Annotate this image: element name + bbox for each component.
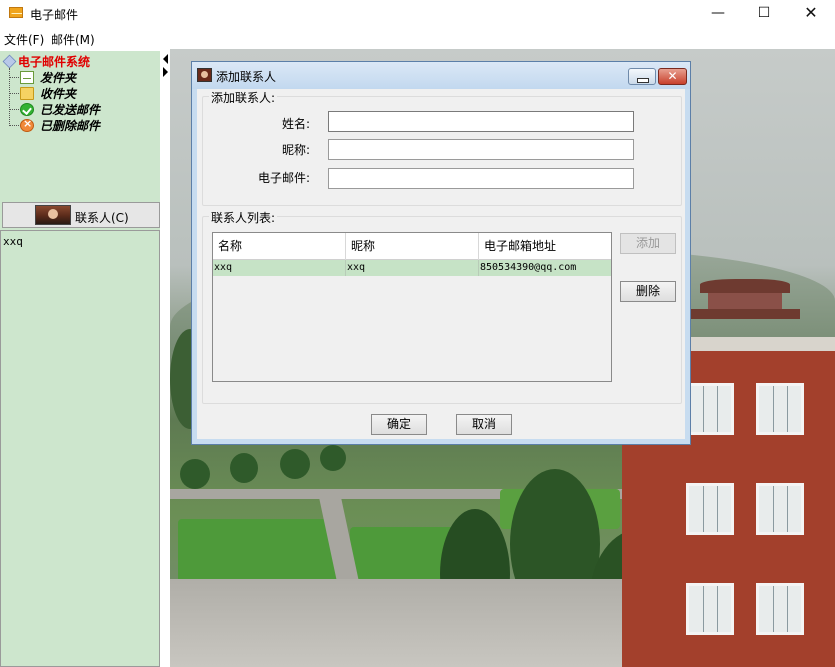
contact-list[interactable]: xxq — [0, 230, 160, 667]
dialog-body: 添加联系人: 姓名: 昵称: 电子邮件: 联系人列表: 名称 昵称 电子邮箱地址… — [198, 89, 684, 439]
delete-button[interactable]: 删除 — [620, 281, 676, 302]
table-header: 名称 昵称 电子邮箱地址 — [213, 233, 611, 260]
contacts-table[interactable]: 名称 昵称 电子邮箱地址 xxq xxq 850534390@qq.com — [212, 232, 612, 382]
column-header-name[interactable]: 名称 — [213, 233, 346, 260]
dialog-title: 添加联系人 — [216, 70, 277, 84]
contact-icon — [197, 68, 212, 82]
close-button[interactable]: ✕ — [788, 0, 834, 28]
tree-item-outbox[interactable]: 发件夹 — [9, 69, 77, 86]
tree — [320, 445, 346, 471]
column-header-email[interactable]: 电子邮箱地址 — [479, 233, 611, 260]
pagoda — [690, 279, 800, 329]
tree-root-label: 电子邮件系统 — [18, 55, 91, 69]
group-label: 添加联系人: — [209, 89, 278, 106]
tree-item-inbox[interactable]: 收件夹 — [9, 85, 77, 102]
delete-icon — [20, 117, 34, 132]
tree-item-label: 已删除邮件 — [40, 119, 101, 133]
ok-button[interactable]: 确定 — [371, 414, 427, 435]
tree — [180, 459, 210, 489]
table-row[interactable]: xxq xxq 850534390@qq.com — [213, 260, 611, 276]
tree-item-label: 收件夹 — [40, 87, 77, 101]
check-icon — [20, 103, 34, 116]
tree — [280, 449, 310, 479]
name-input[interactable] — [328, 111, 634, 132]
tree-item-deleted[interactable]: 已删除邮件 — [9, 117, 101, 134]
menu-mail[interactable]: 邮件(M) — [51, 31, 95, 48]
list-item[interactable]: xxq — [3, 235, 23, 248]
folder-icon — [20, 87, 34, 100]
dialog-minimize-button[interactable] — [628, 68, 656, 85]
table-cell: xxq — [346, 260, 479, 276]
avatar — [35, 205, 71, 225]
collapse-left-icon[interactable] — [163, 54, 168, 64]
group-label: 联系人列表: — [209, 209, 278, 226]
table-cell: 850534390@qq.com — [480, 262, 577, 273]
tree — [230, 453, 258, 483]
cancel-button[interactable]: 取消 — [456, 414, 512, 435]
table-cell: xxq — [213, 260, 346, 276]
tree-item-sent[interactable]: 已发送邮件 — [9, 101, 101, 118]
tree-item-label: 已发送邮件 — [40, 103, 101, 117]
window-title: 电子邮件 — [30, 8, 79, 22]
name-label: 姓名: — [281, 117, 310, 131]
email-input[interactable] — [328, 168, 634, 189]
tree-item-label: 发件夹 — [40, 71, 77, 85]
left-panel: 电子邮件系统 发件夹 收件夹 已发送邮件 已删除邮件 联系人(C) xxq — [0, 49, 162, 667]
add-button[interactable]: 添加 — [620, 233, 676, 254]
splitter[interactable] — [162, 54, 170, 84]
dialog-close-button[interactable]: ✕ — [658, 68, 687, 85]
column-header-nickname[interactable]: 昵称 — [346, 233, 479, 260]
email-label: 电子邮件: — [257, 171, 310, 185]
menu-file[interactable]: 文件(F) — [4, 31, 44, 48]
root-icon — [2, 54, 17, 69]
nickname-label: 昵称: — [281, 143, 310, 157]
contacts-button[interactable]: 联系人(C) — [2, 202, 160, 228]
add-contact-dialog: 添加联系人 ✕ 添加联系人: 姓名: 昵称: 电子邮件: 联系人列表: 名称 昵… — [191, 61, 691, 445]
maximize-button[interactable]: ☐ — [741, 0, 787, 28]
nickname-input[interactable] — [328, 139, 634, 160]
dialog-title-bar[interactable]: 添加联系人 ✕ — [192, 62, 690, 89]
send-mail-icon — [20, 71, 34, 84]
expand-right-icon[interactable] — [163, 67, 168, 77]
menu-bar: 文件(F) 邮件(M) — [0, 28, 835, 48]
minimize-button[interactable]: — — [695, 0, 741, 28]
title-bar: 电子邮件 — ☐ ✕ — [0, 0, 835, 28]
mail-icon — [9, 7, 23, 18]
contacts-button-label: 联系人(C) — [75, 211, 129, 225]
